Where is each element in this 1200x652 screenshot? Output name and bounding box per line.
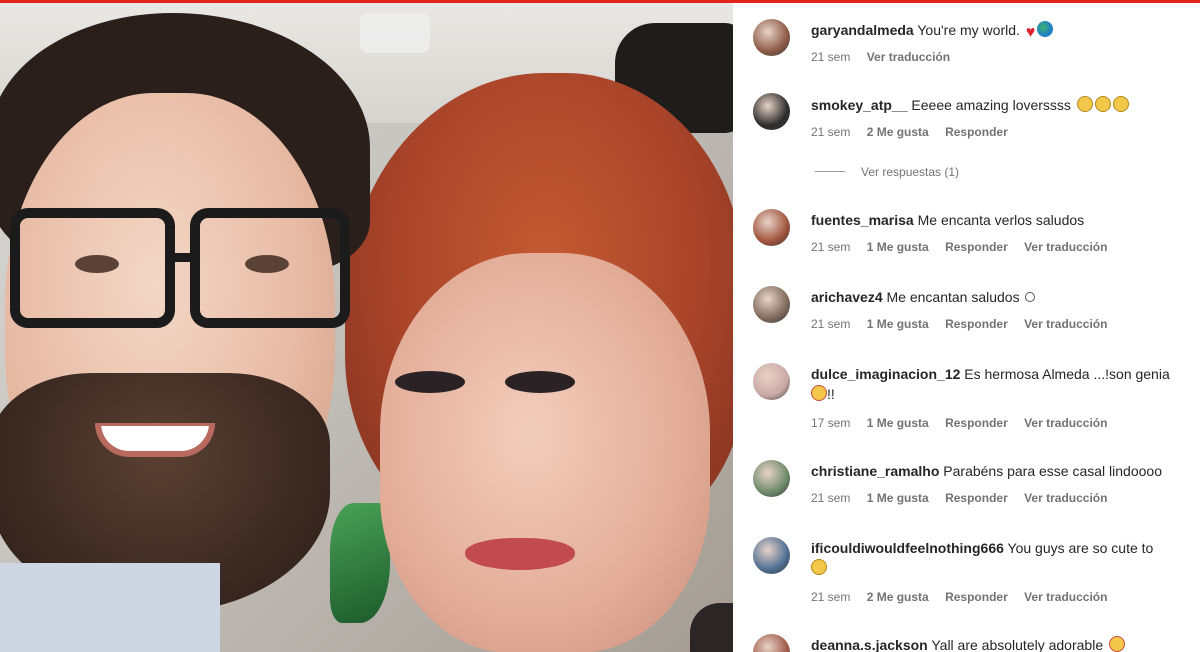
see-translation-link[interactable]: Ver traducción (1024, 491, 1107, 505)
lace-collar (690, 603, 733, 652)
comment-time: 21 sem (811, 50, 851, 64)
comment-text: Yall are absolutely adorable (931, 637, 1104, 652)
like-count[interactable]: 1 Me gusta (867, 491, 929, 505)
comment-username[interactable]: ificouldiwouldfeelnothing666 (811, 540, 1004, 556)
woman-lips (465, 538, 575, 570)
comment-meta: 21 sem 2 Me gusta Responder Ver traducci… (811, 590, 1120, 604)
man-shirt (0, 563, 220, 652)
comment-meta: 21 sem 2 Me gusta Responder (811, 125, 1021, 139)
comment-body: ificouldiwouldfeelnothing666 You guys ar… (811, 538, 1200, 578)
heart-eyes-emoji-icon (811, 385, 827, 401)
woman-eye-left (395, 371, 465, 393)
glasses-right-lens (190, 208, 350, 328)
view-replies[interactable]: Ver respuestas (1) (815, 165, 959, 179)
comment-body: arichavez4 Me encantan saludos (811, 287, 1200, 307)
top-accent-strip (0, 0, 1200, 3)
woman-eye-right (505, 371, 575, 393)
replies-divider (815, 171, 845, 172)
sad-emoji-icon (1076, 96, 1093, 112)
comment-text: You guys are so cute to (1007, 540, 1154, 556)
comment-time: 21 sem (811, 590, 851, 604)
comment-username[interactable]: smokey_atp__ (811, 97, 908, 113)
avatar[interactable] (753, 460, 790, 497)
like-count[interactable]: 1 Me gusta (867, 317, 929, 331)
avatar[interactable] (753, 286, 790, 323)
comment-username[interactable]: deanna.s.jackson (811, 637, 928, 652)
comment-text: Me encanta verlos saludos (917, 212, 1085, 228)
see-translation-link[interactable]: Ver traducción (1024, 590, 1107, 604)
avatar[interactable] (753, 19, 790, 56)
reply-button[interactable]: Responder (945, 240, 1008, 254)
reply-button[interactable]: Responder (945, 317, 1008, 331)
comment-body: dulce_imaginacion_12 Es hermosa Almeda .… (811, 364, 1200, 404)
see-translation-link[interactable]: Ver traducción (1024, 240, 1107, 254)
comment-username[interactable]: christiane_ramalho (811, 463, 939, 479)
reply-button[interactable]: Responder (945, 416, 1008, 430)
car-light (360, 13, 430, 53)
avatar[interactable] (753, 363, 790, 400)
glasses-bridge (172, 253, 194, 262)
sad-emoji-icon (1094, 96, 1111, 112)
avatar[interactable] (753, 209, 790, 246)
woman-face (380, 253, 710, 652)
globe-emoji-icon (1037, 21, 1054, 37)
avatar[interactable] (753, 93, 790, 130)
like-count[interactable]: 2 Me gusta (867, 125, 929, 139)
see-translation-link[interactable]: Ver traducción (867, 50, 950, 64)
comment-text: Eeeee amazing loverssss (911, 97, 1071, 113)
comment-body: fuentes_marisa Me encanta verlos saludos (811, 210, 1200, 230)
comment-body: garyandalmeda You're my world. ♥ (811, 20, 1200, 41)
like-count[interactable]: 1 Me gusta (867, 240, 929, 254)
smile-emoji-icon (1025, 292, 1036, 302)
glasses-left-lens (10, 208, 175, 328)
comment-meta: 21 sem 1 Me gusta Responder Ver traducci… (811, 240, 1120, 254)
comment-meta: 21 sem Ver traducción (811, 50, 963, 64)
sad-emoji-icon (1112, 96, 1129, 112)
comment-text: Parabéns para esse casal lindoooo (943, 463, 1162, 479)
reply-button[interactable]: Responder (945, 491, 1008, 505)
comment-meta: 21 sem 1 Me gusta Responder Ver traducci… (811, 491, 1120, 505)
plant-decor (330, 503, 390, 623)
comment-time: 21 sem (811, 240, 851, 254)
heart-eyes-emoji-icon (1109, 636, 1125, 652)
reply-button[interactable]: Responder (945, 125, 1008, 139)
comment-username[interactable]: arichavez4 (811, 289, 883, 305)
comment-text: Es hermosa Almeda ...!son genia (964, 366, 1170, 382)
comment-time: 21 sem (811, 491, 851, 505)
like-count[interactable]: 2 Me gusta (867, 590, 929, 604)
heart-emoji-icon: ♥ (1025, 24, 1036, 41)
reply-button[interactable]: Responder (945, 590, 1008, 604)
man-smile (95, 423, 215, 457)
comment-time: 21 sem (811, 317, 851, 331)
comments-panel: garyandalmeda You're my world. ♥ 21 sem … (733, 3, 1200, 652)
comment-text: You're my world. (917, 22, 1020, 38)
comment-body: deanna.s.jackson Yall are absolutely ado… (811, 635, 1200, 652)
comment-body: christiane_ramalho Parabéns para esse ca… (811, 461, 1200, 481)
comment-username[interactable]: garyandalmeda (811, 22, 914, 38)
comment-time: 21 sem (811, 125, 851, 139)
comment-meta: 17 sem 1 Me gusta Responder Ver traducci… (811, 416, 1120, 430)
avatar[interactable] (753, 634, 790, 652)
view-replies-label[interactable]: Ver respuestas (1) (861, 165, 959, 179)
smile-emoji-icon (811, 559, 827, 575)
comment-text-continued: !! (827, 386, 835, 402)
see-translation-link[interactable]: Ver traducción (1024, 317, 1107, 331)
see-translation-link[interactable]: Ver traducción (1024, 416, 1107, 430)
post-photo (0, 3, 733, 652)
comment-text: Me encantan saludos (886, 289, 1020, 305)
comment-meta: 21 sem 1 Me gusta Responder Ver traducci… (811, 317, 1120, 331)
comment-body: smokey_atp__ Eeeee amazing loverssss (811, 95, 1200, 115)
like-count[interactable]: 1 Me gusta (867, 416, 929, 430)
comment-time: 17 sem (811, 416, 851, 430)
comment-username[interactable]: dulce_imaginacion_12 (811, 366, 960, 382)
avatar[interactable] (753, 537, 790, 574)
comment-username[interactable]: fuentes_marisa (811, 212, 914, 228)
